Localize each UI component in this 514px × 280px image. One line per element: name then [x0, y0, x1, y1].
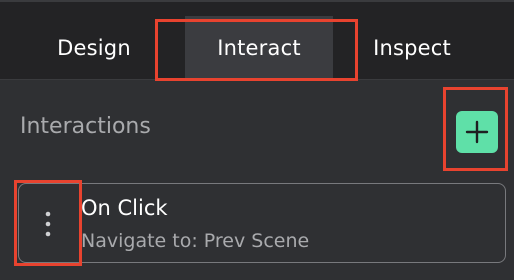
interactions-heading: Interactions	[20, 114, 151, 139]
kebab-menu-icon	[45, 211, 51, 237]
tab-design[interactable]: Design	[20, 16, 168, 80]
add-interaction-button[interactable]	[456, 111, 498, 153]
tab-interact[interactable]: Interact	[185, 16, 333, 80]
tab-inspect[interactable]: Inspect	[338, 16, 486, 80]
interaction-menu-button[interactable]	[14, 182, 82, 266]
top-divider	[0, 0, 514, 2]
panel-tab-bar: Design Interact Inspect	[0, 0, 514, 80]
interactions-panel: Design Interact Inspect Interactions On …	[0, 0, 514, 280]
plus-icon	[465, 120, 489, 144]
interaction-trigger-label: On Click	[81, 196, 168, 220]
interaction-action-label: Navigate to: Prev Scene	[81, 230, 310, 252]
